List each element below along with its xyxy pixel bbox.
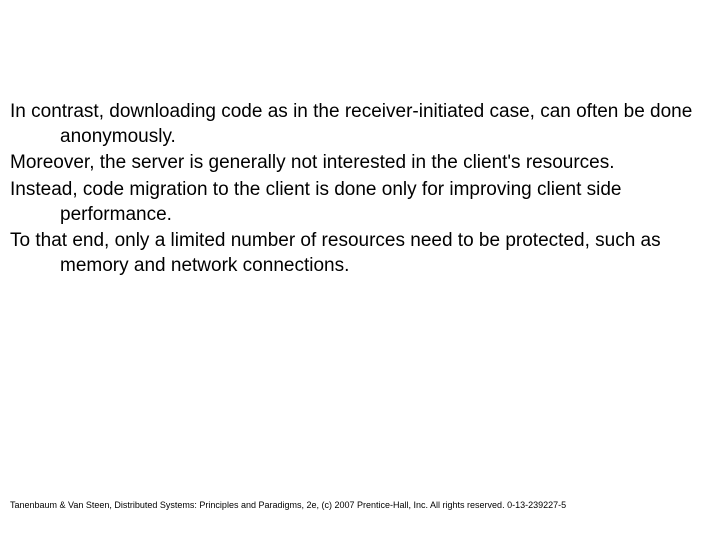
paragraph-1: In contrast, downloading code as in the …	[10, 100, 700, 149]
paragraph-3: Instead, code migration to the client is…	[10, 178, 700, 227]
slide-body: In contrast, downloading code as in the …	[10, 100, 700, 281]
paragraph-4: To that end, only a limited number of re…	[10, 229, 700, 278]
paragraph-2: Moreover, the server is generally not in…	[10, 151, 700, 176]
slide-footer: Tanenbaum & Van Steen, Distributed Syste…	[10, 500, 710, 510]
